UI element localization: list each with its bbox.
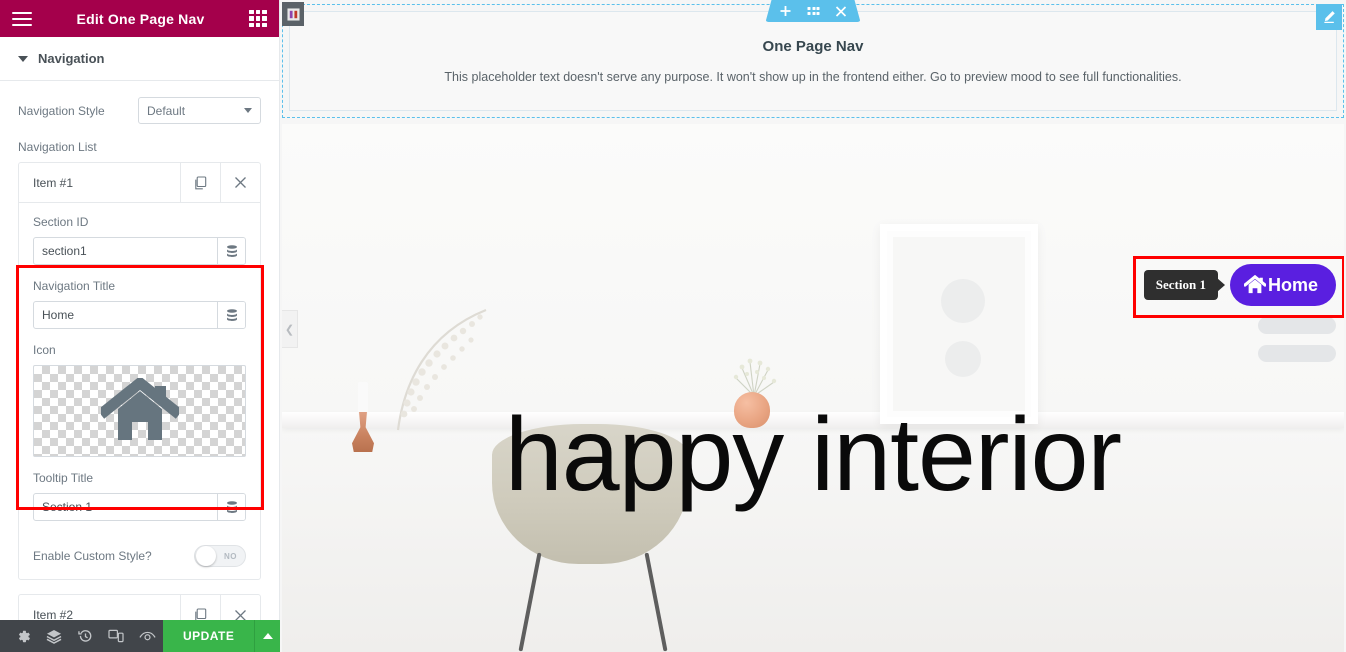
grid-dots-icon[interactable] <box>808 7 820 15</box>
dynamic-tag-icon[interactable] <box>217 302 245 328</box>
icon-preview[interactable] <box>33 365 246 457</box>
chevron-left-icon[interactable]: ❮ <box>282 310 298 348</box>
navigation-list-label: Navigation List <box>18 140 97 154</box>
close-icon[interactable] <box>836 6 847 17</box>
section-id-label: Section ID <box>33 215 89 229</box>
hamburger-icon[interactable] <box>12 11 32 26</box>
photo-frame-inner <box>893 237 1025 411</box>
top-section-inner <box>289 11 1337 111</box>
toggle-state-label: NO <box>224 551 237 561</box>
copy-icon[interactable] <box>180 163 220 202</box>
copy-icon[interactable] <box>180 595 220 620</box>
nav-item-inactive[interactable] <box>1258 345 1336 362</box>
repeater-item-2-header[interactable]: Item #2 <box>19 595 260 620</box>
chevron-down-icon <box>18 55 28 62</box>
hero-text: happy interior <box>504 397 1122 513</box>
plus-icon[interactable] <box>780 5 792 17</box>
history-icon[interactable] <box>70 620 101 652</box>
navigation-title-label: Navigation Title <box>33 279 116 293</box>
photo-dried-flowers <box>730 356 778 397</box>
section-id-input[interactable] <box>34 238 217 264</box>
one-page-nav-widget: Section 1 Home <box>1143 264 1336 362</box>
editor-panel: Edit One Page Nav Navigation Navigation … <box>0 0 280 652</box>
home-icon <box>1243 275 1266 294</box>
canvas-widget-title: One Page Nav <box>762 38 864 55</box>
section-id-field[interactable] <box>33 237 246 265</box>
section-toolbar <box>766 0 861 22</box>
pencil-edit-icon[interactable] <box>1316 4 1342 30</box>
repeater-item-1-header[interactable]: Item #1 <box>19 163 260 203</box>
repeater-item-1-content: Section ID Navigation Title <box>19 203 260 535</box>
navigation-title-input[interactable] <box>34 302 217 328</box>
elementor-editor: Edit One Page Nav Navigation Navigation … <box>0 0 1346 652</box>
chevron-down-icon <box>244 108 252 113</box>
navigation-style-row: Navigation Style Default <box>18 97 261 124</box>
nav-tooltip: Section 1 <box>1143 270 1218 300</box>
repeater-item-2: Item #2 <box>18 594 261 620</box>
caret-up-icon[interactable] <box>254 620 280 652</box>
responsive-mode-icon[interactable] <box>101 620 132 652</box>
home-icon <box>100 378 179 440</box>
section-navigation-header[interactable]: Navigation <box>0 37 279 81</box>
tooltip-title-label: Tooltip Title <box>33 471 94 485</box>
tooltip-title-input[interactable] <box>34 494 217 520</box>
enable-custom-style-label: Enable Custom Style? <box>33 549 152 563</box>
preview-eye-icon[interactable] <box>132 620 163 652</box>
nav-item-home: Section 1 Home <box>1143 264 1336 306</box>
toggle-knob <box>196 546 216 566</box>
update-button[interactable]: UPDATE <box>162 620 255 652</box>
panel-body: Navigation Style Default Navigation List… <box>0 81 279 620</box>
settings-gear-icon[interactable] <box>8 620 39 652</box>
repeater-item-1: Item #1 Section ID section1 Navigation T… <box>18 162 261 580</box>
navigation-title-field[interactable] <box>33 301 246 329</box>
tooltip-title-field[interactable] <box>33 493 246 521</box>
navigation-style-label: Navigation Style <box>18 103 105 118</box>
repeater-item-2-title: Item #2 <box>33 608 74 620</box>
close-icon[interactable] <box>220 163 260 202</box>
navigator-layers-icon[interactable] <box>39 620 70 652</box>
dynamic-tag-icon[interactable] <box>217 238 245 264</box>
navigation-style-value: Default <box>147 103 186 118</box>
enable-custom-style-row: Enable Custom Style? NO <box>19 535 260 579</box>
enable-custom-style-toggle[interactable]: NO <box>194 545 246 567</box>
editor-bottom-bar: UPDATE <box>0 620 280 652</box>
nav-item-inactive[interactable] <box>1258 317 1336 334</box>
hero-photo-section: happy interior ❮ Section 1 Home <box>282 124 1344 652</box>
panel-title: Edit One Page Nav <box>76 10 205 27</box>
nav-home-button[interactable]: Home <box>1229 264 1336 306</box>
icon-label: Icon <box>33 343 56 357</box>
panel-layout-icon[interactable] <box>282 2 304 26</box>
grid-icon[interactable] <box>249 9 267 28</box>
canvas-widget-subtitle: This placeholder text doesn't serve any … <box>444 70 1182 84</box>
repeater-item-1-title: Item #1 <box>33 175 74 190</box>
section-label: Navigation <box>38 51 105 66</box>
photo-picture-frame <box>880 224 1038 424</box>
navigation-style-select[interactable]: Default <box>138 97 261 124</box>
close-icon[interactable] <box>220 595 260 620</box>
panel-header: Edit One Page Nav <box>0 0 279 37</box>
nav-home-label: Home <box>1267 274 1318 295</box>
preview-canvas: One Page Nav This placeholder text doesn… <box>280 0 1346 652</box>
dynamic-tag-icon[interactable] <box>217 494 245 520</box>
